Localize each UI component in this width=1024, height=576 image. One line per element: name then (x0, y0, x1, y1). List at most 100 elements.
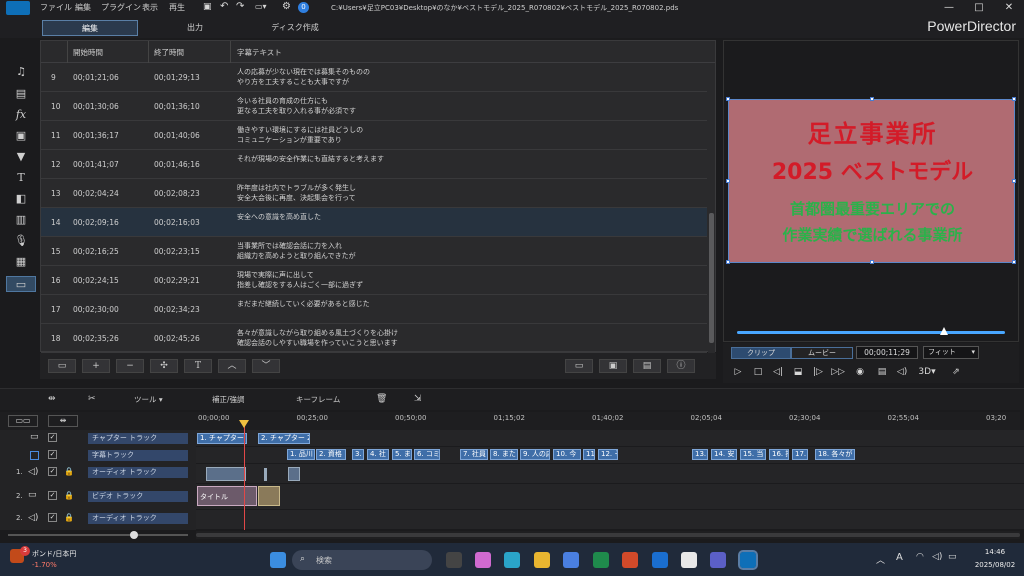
track-enable-checkbox[interactable]: ✓ (48, 513, 57, 522)
tools-menu[interactable]: ツール ▾ (134, 394, 163, 405)
menu-edit[interactable]: 編集 (75, 2, 91, 13)
preview-frame[interactable]: 足立事業所 2025 ベストモデル 首都圏最重要エリアでの 作業実績で選ばれる事… (726, 97, 1016, 264)
subtitle-clip[interactable]: 15. 当 (740, 449, 766, 460)
info-button[interactable]: ⓘ (667, 359, 695, 373)
subtitle-clip[interactable]: 7. 社員 (460, 449, 488, 460)
correction-button[interactable]: 補正/強調 (212, 394, 245, 405)
subtitle-row[interactable]: 17 00;02;30;00 00;02;34;23 まだまだ継続していく必要があると… (41, 295, 707, 324)
powerpoint-icon[interactable] (622, 552, 638, 568)
start-icon[interactable] (270, 552, 286, 568)
text-format-button[interactable]: T (184, 359, 212, 373)
import-srt-button[interactable]: ▣ (599, 359, 627, 373)
subtitle-clip[interactable]: 17. (792, 449, 808, 460)
scroll-thumb[interactable] (709, 213, 714, 343)
maximize-button[interactable]: □ (964, 0, 994, 16)
track-enable-checkbox[interactable]: ✓ (48, 467, 57, 476)
subtitle-row[interactable]: 15 00;02;16;25 00;02;23;15 当事業所では確認会話に力を入れ … (41, 237, 707, 266)
subtitle-clip[interactable]: 18. 各々が (815, 449, 855, 460)
subtitle-clip[interactable]: 6. コミ (414, 449, 440, 460)
menu-file[interactable]: ファイル (40, 2, 72, 13)
prev-frame-icon[interactable]: ◁| (771, 366, 785, 378)
taskview-icon[interactable] (446, 552, 462, 568)
play-icon[interactable]: ▷ (731, 366, 745, 378)
outlook-icon[interactable] (652, 552, 668, 568)
subtitle-row[interactable]: 14 00;02;09;16 00;02;16;03 安全への意識を高め直した (41, 208, 707, 237)
ime-indicator[interactable]: A (896, 552, 903, 563)
resize-handle[interactable] (1012, 260, 1016, 264)
chapter-room-icon[interactable]: ▦ (12, 254, 30, 270)
lock-icon[interactable]: 🔒 (64, 491, 74, 500)
timecode-display[interactable]: 00;00;11;29 (856, 346, 918, 359)
volume-icon[interactable]: ◁) (932, 552, 942, 562)
tab-clip[interactable]: クリップ (731, 347, 791, 359)
track-view-icon[interactable]: ▭▭ (8, 415, 38, 427)
move-down-button[interactable]: ﹀ (252, 359, 280, 373)
fit-timeline-icon[interactable]: ⇹ (48, 415, 78, 427)
subtitle-row[interactable]: 9 00;01;21;06 00;01;29;13 人の応募が少ない現在では募集そのも… (41, 63, 707, 92)
photos-icon[interactable] (681, 552, 697, 568)
transition-room-icon[interactable]: ◧ (12, 191, 30, 207)
close-button[interactable]: ✕ (994, 0, 1024, 16)
preview-scrub-bar[interactable] (737, 331, 1005, 334)
3d-mode-button[interactable]: 3D▾ (917, 366, 937, 378)
subtitle-scrollbar[interactable] (708, 63, 715, 353)
tab-movie[interactable]: ムービー (791, 347, 853, 359)
next-frame-icon[interactable]: |▷ (811, 366, 825, 378)
split-icon[interactable]: ⬓ (791, 366, 805, 378)
audio-clip[interactable] (206, 467, 246, 481)
resize-handle[interactable] (1012, 97, 1016, 101)
subtitle-clip[interactable]: 1. 品川 (287, 449, 315, 460)
media-room-icon[interactable]: ♫ (12, 64, 30, 80)
stop-icon[interactable]: □ (751, 366, 765, 378)
resize-handle[interactable] (726, 260, 730, 264)
undo-icon[interactable]: ↶ (220, 1, 228, 12)
voiceover-icon[interactable]: 🎙 (12, 233, 30, 249)
clock-time[interactable]: 14:46 (974, 548, 1016, 556)
template-room-icon[interactable]: ▤ (12, 86, 30, 102)
subtitle-clip[interactable]: 2. 資格 (316, 449, 346, 460)
subtitle-clip[interactable]: 12. そ (598, 449, 618, 460)
subtitle-row[interactable]: 18 00;02;35;26 00;02;45;26 各々が意識しながら取り組める風土… (41, 324, 707, 353)
export-icon[interactable]: ⇲ (414, 394, 422, 404)
subtitle-clip[interactable]: 11. (583, 449, 595, 460)
store-icon[interactable] (563, 552, 579, 568)
wifi-icon[interactable]: ◠ (916, 552, 924, 562)
track-manager-icon[interactable]: ⇹ (48, 394, 56, 404)
tab-edit[interactable]: 編集 (42, 20, 138, 36)
timeline-scrollbar[interactable] (196, 531, 1020, 539)
subtitle-row[interactable]: 13 00;02;04;24 00;02;08;23 昨年度は社内でトラブルが多く発生… (41, 179, 707, 208)
tab-output[interactable]: 出力 (150, 20, 240, 36)
search-box[interactable]: ⌕ 検索 (292, 550, 432, 570)
excel-icon[interactable] (593, 552, 609, 568)
powerdirector-taskbar-icon[interactable] (738, 550, 758, 570)
open-file-button[interactable]: ▭ (565, 359, 593, 373)
trash-icon[interactable]: 🗑 (376, 394, 387, 404)
aspect-icon[interactable]: ▭▾ (255, 2, 267, 11)
zoom-slider-thumb[interactable] (130, 531, 138, 539)
save-icon[interactable]: ▣ (203, 2, 212, 12)
copilot-icon[interactable] (475, 552, 491, 568)
lock-icon[interactable]: 🔒 (64, 467, 74, 476)
resize-handle[interactable] (726, 179, 730, 183)
subtitle-clip[interactable]: 3. (352, 449, 364, 460)
subtitle-row[interactable]: 16 00;02;24;15 00;02;29;21 現場で実際に声に出して 指差し確… (41, 266, 707, 295)
subtitle-room-icon[interactable]: ▭ (6, 276, 36, 292)
video-clip-image[interactable] (258, 486, 280, 506)
track-enable-checkbox[interactable]: ✓ (48, 491, 57, 500)
subtitle-clip[interactable]: 10. 今 (553, 449, 581, 460)
teams-icon[interactable] (710, 552, 726, 568)
title-room-icon[interactable]: T (12, 170, 30, 186)
resize-handle[interactable] (870, 97, 874, 101)
export-srt-button[interactable]: ▤ (633, 359, 661, 373)
lock-icon[interactable]: 🔒 (64, 513, 74, 522)
subtitle-clip[interactable]: 9. 人の応 (520, 449, 550, 460)
clock-date[interactable]: 2025/08/02 (974, 561, 1016, 569)
widget-title[interactable]: ポンド/日本円 (32, 549, 76, 559)
subtitle-row[interactable]: 10 00;01;30;06 00;01;36;10 今いる社員の育成の仕方にも 更な… (41, 92, 707, 121)
subtitle-clip[interactable]: 13. (692, 449, 708, 460)
pip-room-icon[interactable]: ▣ (12, 128, 30, 144)
redo-icon[interactable]: ↷ (236, 1, 244, 12)
timeline-scroll-thumb[interactable] (196, 533, 1020, 537)
remove-subtitle-button[interactable]: − (116, 359, 144, 373)
import-subtitle-button[interactable]: ▭ (48, 359, 76, 373)
